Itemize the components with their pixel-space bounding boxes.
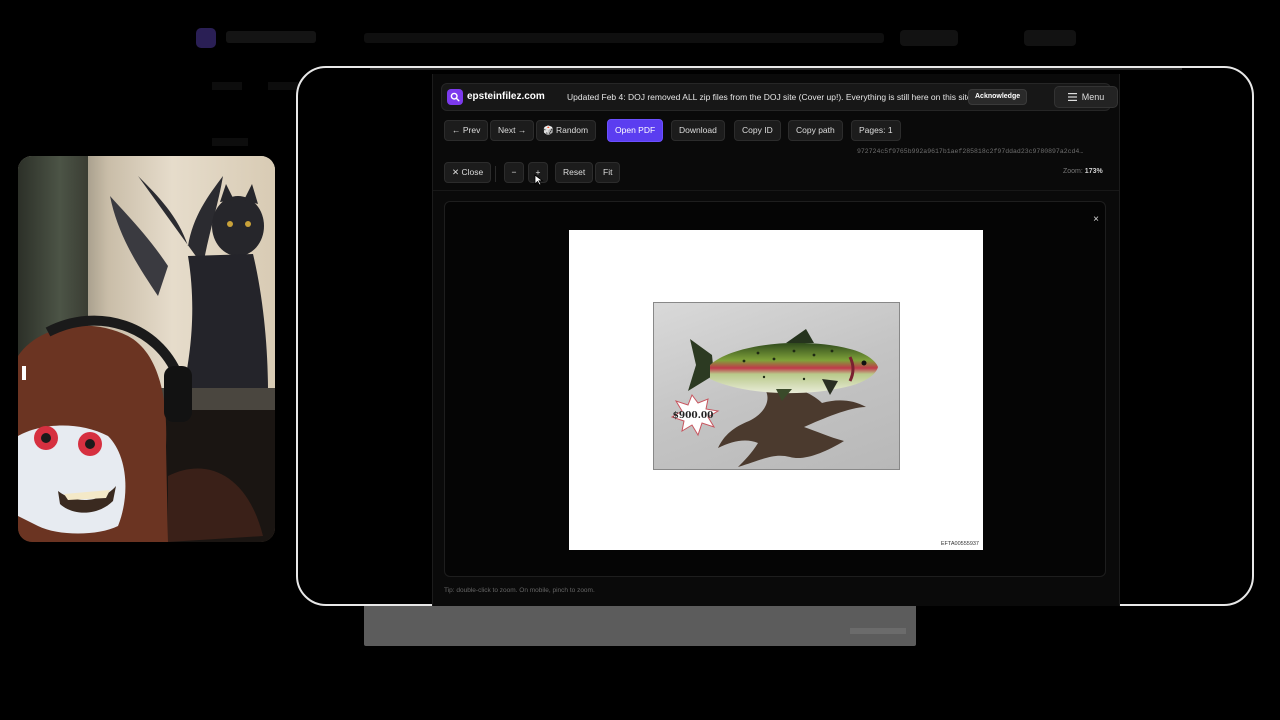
zoom-prefix: Zoom: bbox=[1063, 168, 1083, 175]
background-footer-text bbox=[850, 628, 906, 634]
background-notice bbox=[364, 33, 884, 43]
close-icon[interactable]: × bbox=[1090, 214, 1102, 226]
cursor-icon bbox=[534, 174, 544, 186]
price-tag: $900.00 bbox=[673, 411, 714, 421]
random-button[interactable]: 🎲 Random bbox=[536, 120, 597, 141]
site-name[interactable]: epsteinfilez.com bbox=[467, 91, 545, 102]
download-button[interactable]: Download bbox=[671, 120, 725, 141]
acknowledge-button[interactable]: Acknowledge bbox=[968, 89, 1028, 105]
background-text bbox=[212, 82, 242, 90]
webcam-overlay bbox=[18, 156, 275, 542]
background-text bbox=[212, 138, 248, 146]
menu-label: Menu bbox=[1081, 92, 1105, 102]
background-menu bbox=[1024, 30, 1076, 46]
webcam-scene bbox=[18, 176, 275, 542]
dice-icon: 🎲 bbox=[543, 125, 554, 135]
document-photo: $900.00 bbox=[653, 302, 900, 470]
fit-button[interactable]: Fit bbox=[595, 162, 621, 183]
toolbar-divider bbox=[433, 190, 1119, 191]
file-hash: 972724c5f9765b992a9617b1aef285818c2f97dd… bbox=[857, 148, 1084, 155]
toolbar-separator bbox=[495, 166, 496, 182]
close-viewer-button[interactable]: ✕ Close bbox=[444, 162, 492, 183]
zoom-readout: Zoom: 173% bbox=[1063, 168, 1103, 175]
copy-path-button[interactable]: Copy path bbox=[788, 120, 843, 141]
app-window: epsteinfilez.com Updated Feb 4: DOJ remo… bbox=[432, 74, 1120, 606]
pages-indicator: Pages: 1 bbox=[851, 120, 901, 141]
zoom-tip: Tip: double-click to zoom. On mobile, pi… bbox=[444, 587, 595, 594]
background-acknowledge bbox=[900, 30, 958, 46]
document-page[interactable]: $900.00 EFTA00555937 bbox=[569, 230, 983, 550]
frame-edge bbox=[1250, 98, 1252, 576]
top-bar: epsteinfilez.com Updated Feb 4: DOJ remo… bbox=[441, 83, 1118, 111]
frame-edge bbox=[298, 98, 300, 576]
background-site-name bbox=[226, 31, 316, 43]
background-logo bbox=[196, 28, 216, 48]
background-footer bbox=[364, 604, 916, 646]
random-label: Random bbox=[555, 125, 589, 135]
open-pdf-button[interactable]: Open PDF bbox=[607, 119, 664, 142]
copy-id-button[interactable]: Copy ID bbox=[734, 120, 781, 141]
frame-edge bbox=[370, 68, 1182, 70]
next-button[interactable]: Next → bbox=[490, 120, 535, 141]
document-viewer[interactable]: × $900.00 EFTA00555937 bbox=[444, 201, 1106, 577]
hamburger-icon bbox=[1067, 93, 1077, 101]
zoom-value: 173% bbox=[1084, 168, 1103, 175]
update-notice: Updated Feb 4: DOJ removed ALL zip files… bbox=[567, 92, 974, 102]
background-text bbox=[268, 82, 298, 90]
webcam-glare bbox=[22, 366, 26, 380]
prev-button[interactable]: ← Prev bbox=[444, 120, 489, 141]
reset-zoom-button[interactable]: Reset bbox=[555, 162, 594, 183]
document-id: EFTA00555937 bbox=[940, 541, 979, 547]
menu-button[interactable]: Menu bbox=[1054, 86, 1118, 108]
search-icon[interactable] bbox=[447, 89, 463, 105]
zoom-out-button[interactable]: − bbox=[504, 162, 524, 183]
